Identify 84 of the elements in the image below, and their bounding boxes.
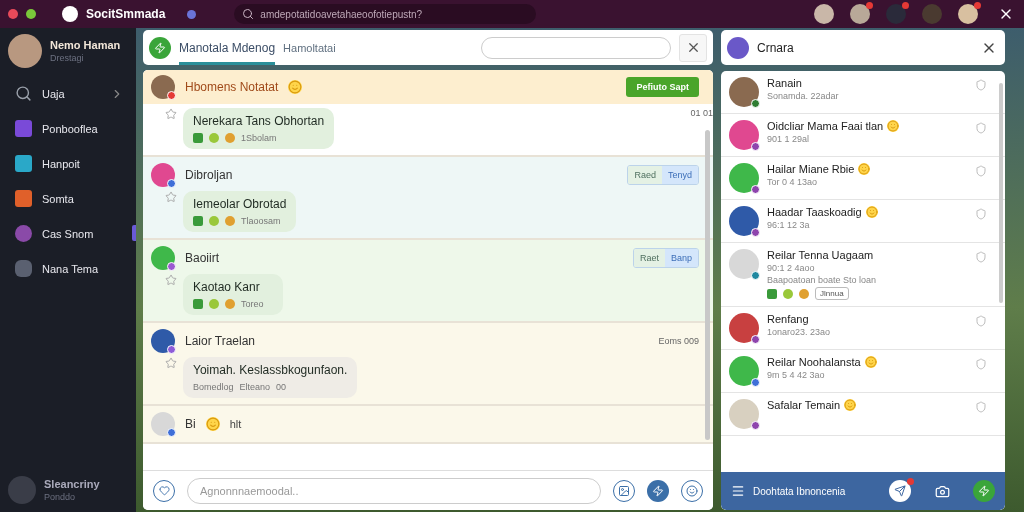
star-icon[interactable] [165, 274, 177, 286]
message-text: Nerekara Tans Obhortan [193, 114, 325, 128]
message-meta: Tlaoosam [241, 216, 281, 226]
contact-name: Reilar Noohalansta [767, 356, 861, 368]
reaction-icon [783, 288, 793, 299]
contact-name: Renfang [767, 313, 809, 325]
footer-status: Ponddo [44, 492, 77, 502]
sidebar-item[interactable]: Hanpoit [0, 146, 136, 181]
sender-name: Hbomens Notatat [185, 80, 279, 94]
panel-title: Crnara [757, 40, 794, 55]
user-avatar[interactable] [886, 4, 906, 24]
star-icon[interactable] [165, 191, 177, 203]
profile-status: Drestagi [50, 53, 85, 63]
sidebar-item[interactable]: Cas Snom [0, 216, 136, 251]
camera-icon [934, 483, 950, 499]
user-avatar[interactable] [850, 4, 870, 24]
footer-label: Doohtata Ibnoncenia [753, 485, 847, 497]
tag-button[interactable]: Raed Tenyd [627, 165, 699, 185]
contact-name: Reilar Tenna Uagaam [767, 249, 874, 261]
contact-time: Tor 0 4 13ao [767, 177, 819, 187]
reaction-icon [799, 288, 809, 299]
sidebar-item[interactable]: Somta [0, 181, 136, 216]
sender-name: Laior Traelan [185, 334, 256, 348]
contact-name: Ranain [767, 77, 802, 89]
app-name: SocitSmmada [86, 7, 166, 21]
app-logo-icon [62, 6, 78, 22]
message-meta: Elteano [239, 382, 271, 392]
contact-time: 90:1 2 4aoo [767, 263, 816, 273]
send-icon [894, 485, 906, 497]
search-icon [15, 85, 32, 102]
settings-avatar [8, 476, 36, 504]
message-meta: Bomedlog [193, 382, 234, 392]
contact-tag: Jlnnua [815, 287, 849, 300]
contact-item[interactable]: Safalar Temain [721, 393, 1005, 436]
lightning-icon[interactable] [647, 479, 669, 502]
contact-name: Oidcliar Mama Faai tlan [767, 120, 884, 132]
sender-name: Dibroljan [185, 168, 233, 182]
message-text: Yoimah. Keslassbkogunfaon. [193, 363, 348, 377]
message-meta: Toreo [241, 299, 264, 309]
contact-name: Hailar Miane Rbie [767, 163, 855, 175]
user-avatar[interactable] [814, 4, 834, 24]
profile-avatar [8, 34, 42, 68]
menu-icon[interactable] [731, 484, 745, 498]
chat-title-tab[interactable]: Manotala Mdenog [179, 30, 276, 65]
window-zoom-dot[interactable] [26, 9, 36, 19]
window-close-dot[interactable] [8, 9, 18, 19]
footer-name: Sleancriny [44, 478, 100, 490]
contact-time: 9m 5 4 42 3ao [767, 370, 826, 380]
contact-preview: Baapoatoan boate Sto loan [767, 275, 877, 285]
sidebar-item[interactable]: Ponbooflea [0, 111, 136, 146]
message-input[interactable]: Agnonnnaemoodal.. [187, 477, 601, 504]
message-meta: 00 [276, 382, 287, 392]
reaction-icon [767, 288, 777, 299]
contact-item[interactable]: Renfang 1onaro23. 23ao [721, 307, 1005, 350]
contact-time: 1onaro23. 23ao [767, 327, 831, 337]
contact-time: 901 1 29al [767, 134, 811, 144]
message-time: Eoms 009 [658, 336, 699, 346]
search-field[interactable] [481, 36, 671, 59]
send-button[interactable] [889, 480, 911, 502]
message-time: 01 01 [690, 108, 713, 118]
chat-subtitle: Hamoltatai [283, 41, 336, 54]
sidebar-item[interactable]: Nana Tema [0, 251, 136, 286]
lightning-icon [978, 485, 990, 497]
message-meta: 1Sbolam [241, 133, 277, 143]
star-icon[interactable] [165, 108, 177, 120]
flash-button[interactable] [973, 480, 995, 502]
message-text: hlt [229, 418, 242, 430]
sender-name: Bi [185, 417, 196, 431]
sender-name: Baoiirt [185, 251, 219, 265]
contact-name: Safalar Temain [767, 399, 841, 411]
message-text: Iemeolar Obrotad [193, 197, 287, 211]
contact-time: 96:1 12 3a [767, 220, 811, 230]
contact-item[interactable]: Reilar Noohalansta 9m 5 4 42 3ao [721, 350, 1005, 393]
contact-time: Sonamda. 22adar [767, 91, 839, 101]
user-avatar [727, 36, 749, 59]
profile-name: Nemo Haman [50, 39, 121, 51]
search-field[interactable]: amdepotatidoavetahaeoofotiepustn? [234, 4, 537, 24]
tag-button[interactable]: Raet Banp [632, 248, 699, 268]
message-text: Kaotao Kanr [193, 280, 261, 294]
contact-name: Haadar Taaskoadig [767, 206, 862, 218]
search-icon [242, 8, 255, 20]
user-avatar[interactable] [958, 4, 978, 24]
star-icon[interactable] [165, 357, 177, 369]
sidebar-item[interactable]: Uaja [0, 76, 136, 111]
